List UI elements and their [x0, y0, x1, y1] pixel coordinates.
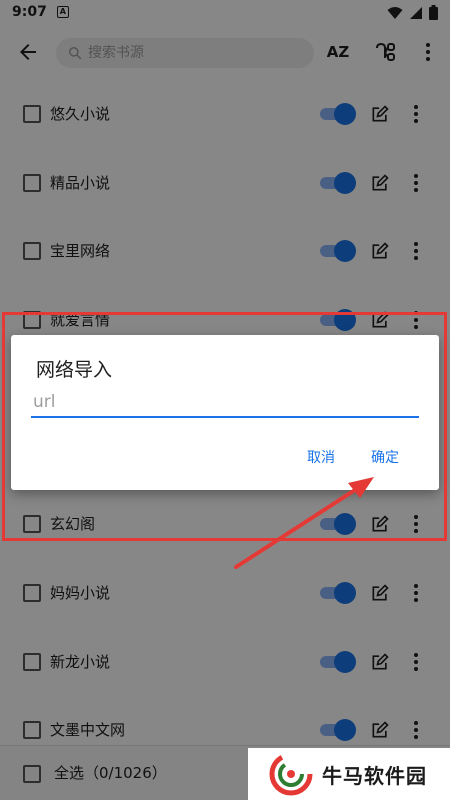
watermark-logo-icon — [269, 752, 313, 796]
watermark: 牛马软件园 — [248, 748, 450, 800]
watermark-text: 牛马软件园 — [322, 763, 427, 788]
annotation-highlight-box — [2, 312, 447, 541]
